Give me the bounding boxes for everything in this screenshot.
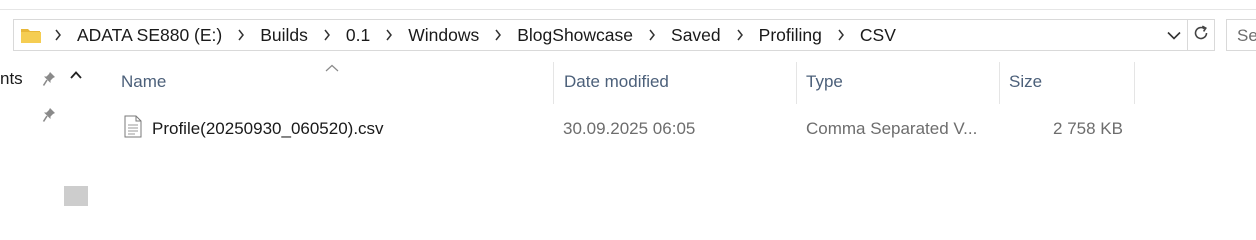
chevron-up-icon[interactable] xyxy=(64,66,88,84)
file-name[interactable]: Profile(20250930_060520).csv xyxy=(152,110,384,148)
chevron-right-icon[interactable] xyxy=(227,20,255,50)
breadcrumb-item-version[interactable]: 0.1 xyxy=(341,20,375,50)
column-divider[interactable] xyxy=(999,62,1000,104)
column-divider[interactable] xyxy=(1134,62,1135,104)
refresh-button[interactable] xyxy=(1188,19,1215,51)
nav-scrollbar[interactable] xyxy=(64,60,88,206)
breadcrumb-item-blogshowcase[interactable]: BlogShowcase xyxy=(512,20,638,50)
scrollbar-thumb[interactable] xyxy=(64,186,88,206)
column-header-label: Size xyxy=(1009,72,1043,91)
refresh-icon xyxy=(1192,24,1210,47)
top-divider xyxy=(0,9,1256,10)
breadcrumb-item-builds[interactable]: Builds xyxy=(255,20,313,50)
address-bar[interactable]: ADATA SE880 (E:) Builds 0.1 Windows Blog… xyxy=(13,19,1188,51)
chevron-right-icon[interactable] xyxy=(827,20,855,50)
breadcrumb-item-csv[interactable]: CSV xyxy=(855,20,901,50)
chevron-right-icon[interactable] xyxy=(726,20,754,50)
chevron-right-icon[interactable] xyxy=(375,20,403,50)
chevron-right-icon[interactable] xyxy=(638,20,666,50)
column-header-date-modified[interactable]: Date modified xyxy=(564,60,794,104)
breadcrumb: ADATA SE880 (E:) Builds 0.1 Windows Blog… xyxy=(44,20,901,50)
column-header-label: Date modified xyxy=(564,72,669,91)
nav-item-label[interactable]: nts xyxy=(0,69,23,89)
pin-icon[interactable] xyxy=(42,71,56,87)
search-box[interactable]: Se xyxy=(1226,19,1256,51)
chevron-right-icon[interactable] xyxy=(44,20,72,50)
column-header-type[interactable]: Type xyxy=(806,60,996,104)
breadcrumb-item-profiling[interactable]: Profiling xyxy=(754,20,827,50)
folder-icon xyxy=(20,26,42,44)
file-explorer-window: ADATA SE880 (E:) Builds 0.1 Windows Blog… xyxy=(0,0,1256,206)
breadcrumb-item-saved[interactable]: Saved xyxy=(666,20,726,50)
file-date-modified: 30.09.2025 06:05 xyxy=(563,119,696,138)
column-header-size[interactable]: Size xyxy=(1009,60,1131,104)
file-row[interactable]: Profile(20250930_060520).csv 30.09.2025 … xyxy=(112,110,1142,148)
column-header-name[interactable]: Name xyxy=(121,60,551,104)
pin-icon[interactable] xyxy=(42,107,56,123)
column-header-label: Type xyxy=(806,72,843,91)
search-placeholder: Se xyxy=(1237,26,1256,45)
breadcrumb-item-drive[interactable]: ADATA SE880 (E:) xyxy=(72,20,227,50)
file-type: Comma Separated V... xyxy=(806,119,978,138)
column-divider[interactable] xyxy=(553,62,554,104)
csv-file-icon xyxy=(124,115,142,138)
column-divider[interactable] xyxy=(796,62,797,104)
chevron-right-icon[interactable] xyxy=(313,20,341,50)
chevron-down-icon[interactable] xyxy=(1161,20,1187,50)
file-size: 2 758 KB xyxy=(1053,119,1123,138)
column-header-label: Name xyxy=(121,72,167,91)
chevron-right-icon[interactable] xyxy=(484,20,512,50)
breadcrumb-item-windows[interactable]: Windows xyxy=(403,20,484,50)
